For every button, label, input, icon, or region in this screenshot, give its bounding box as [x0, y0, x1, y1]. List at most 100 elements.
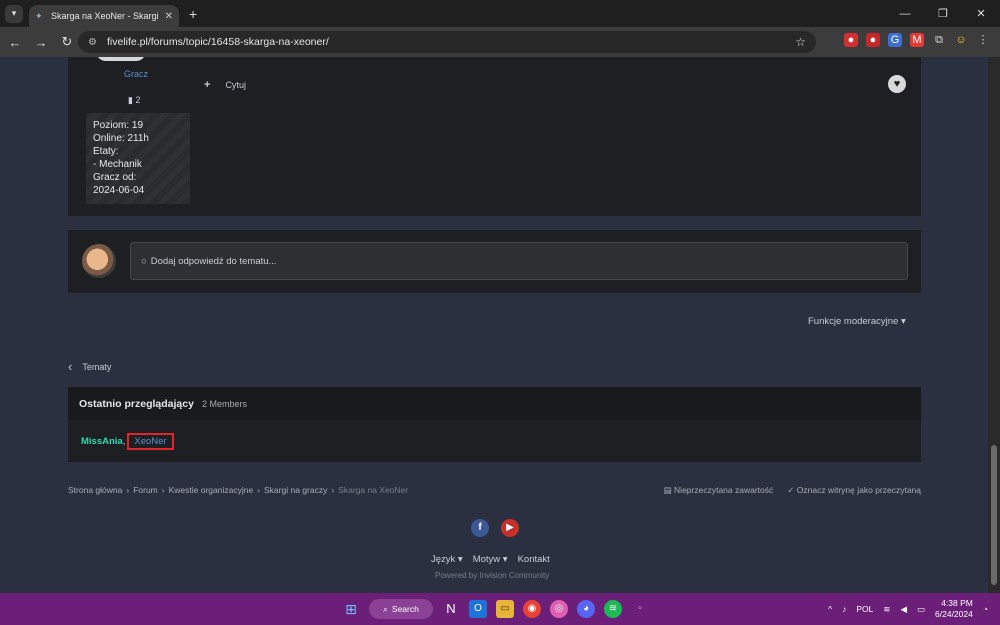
caret-down-icon: ▾	[900, 316, 906, 327]
extension-badge-icon[interactable]: ●	[866, 33, 880, 47]
user-avatar[interactable]	[82, 244, 116, 278]
list-icon: ▤	[663, 485, 675, 495]
minimize-icon[interactable]: —	[886, 8, 924, 20]
close-tab-icon[interactable]: ✕	[165, 11, 173, 22]
breadcrumb-separator-icon: ›	[331, 485, 335, 495]
volume-icon[interactable]: ◀	[900, 604, 907, 615]
forum-page: Gracz ▮ 2 Poziom: 19 Online: 211h Etaty:…	[0, 57, 988, 593]
file-explorer-icon[interactable]: ▭	[496, 600, 514, 618]
extensions-puzzle-icon[interactable]: ⧉	[932, 33, 946, 47]
tab-title: Skarga na XeoNer - Skargi na g	[51, 11, 161, 21]
browser-menu-icon[interactable]: ⋮	[976, 33, 990, 47]
bookmark-star-icon[interactable]: ☆	[795, 35, 806, 49]
chevron-up-icon[interactable]: ^	[828, 604, 832, 614]
extension-translate-icon[interactable]: G	[888, 33, 902, 47]
powered-by[interactable]: Powered by Invision Community	[435, 571, 549, 580]
viewers-count: 2 Members	[201, 398, 247, 409]
language-indicator[interactable]: POL	[856, 604, 873, 614]
author-role: Gracz	[124, 69, 149, 79]
system-tray: ^ ♪ POL ≋ ◀ ▭ 4:38 PM 6/24/2024 ◔	[828, 598, 988, 620]
page-scrollbar[interactable]	[988, 57, 1000, 593]
mark-read-link[interactable]: ✓ Oznacz witrynę jako przeczytaną	[787, 485, 921, 496]
app-icon[interactable]: ◎	[550, 600, 568, 618]
member-link-missania[interactable]: MissAnia	[81, 436, 123, 453]
viewers-title: Ostatnio przeglądający	[79, 397, 194, 410]
windows-start-icon[interactable]: ⊞	[342, 600, 360, 618]
back-arrow-icon[interactable]: ←	[4, 35, 26, 50]
extension-m-icon[interactable]: M	[910, 33, 924, 47]
site-info-icon[interactable]: ⚙	[88, 37, 97, 48]
breadcrumb-forum[interactable]: Forum	[133, 485, 158, 495]
forward-arrow-icon[interactable]: →	[30, 35, 52, 50]
member-separator: ,	[122, 436, 126, 447]
clock[interactable]: 4:38 PM 6/24/2024	[935, 598, 973, 620]
back-label: Tematy	[82, 361, 112, 372]
breadcrumb-home[interactable]: Strona główna	[68, 485, 122, 495]
restore-icon[interactable]: ❐	[924, 7, 962, 20]
breadcrumb-complaints[interactable]: Skargi na graczy	[264, 485, 327, 495]
recent-viewers-panel: Ostatnio przeglądający 2 Members MissAni…	[68, 387, 921, 462]
windows-taskbar: ⊞ ⌕ Search N O ▭ ◉ ◎ ◕ ≋ ▫ ^ ♪ POL ≋ ◀ ▭ …	[0, 593, 1000, 625]
contact-link[interactable]: Kontakt	[518, 554, 550, 565]
wifi-icon[interactable]: ≋	[883, 604, 890, 615]
close-window-icon[interactable]: ✕	[962, 7, 1000, 20]
breadcrumb-separator-icon: ›	[257, 485, 261, 495]
language-dropdown[interactable]: Język ▾	[431, 554, 463, 565]
youtube-icon[interactable]: ▶	[501, 519, 519, 537]
info-online: Online: 211h	[93, 133, 149, 144]
moderation-dropdown[interactable]: Funkcje moderacyjne ▾	[808, 316, 906, 327]
unread-content-link[interactable]: ▤ Nieprzeczytana zawartość	[664, 485, 774, 496]
plus-icon: +	[204, 79, 211, 91]
reload-icon[interactable]: ↻	[56, 34, 78, 50]
reply-box: ○ Dodaj odpowiedź do tematu...	[68, 230, 921, 293]
quote-action[interactable]: + Cytuj	[204, 79, 246, 91]
quote-label: Cytuj	[225, 80, 246, 90]
site-favicon-icon: ✦	[35, 11, 43, 21]
url-text: fivelife.pl/forums/topic/16458-skarga-na…	[106, 36, 329, 48]
check-icon: ✓	[787, 485, 797, 495]
battery-icon[interactable]: ▭	[917, 604, 925, 615]
author-posts-count[interactable]: ▮ 2	[128, 95, 140, 106]
profile-avatar-icon[interactable]: ☺	[954, 33, 968, 47]
moderation-label: Funkcje moderacyjne	[808, 316, 899, 327]
author-info-box: Poziom: 19 Online: 211h Etaty: - Mechani…	[86, 113, 190, 204]
info-joined-date: 2024-06-04	[93, 185, 145, 196]
microphone-icon[interactable]: ♪	[842, 604, 846, 614]
social-links: f ▶	[471, 519, 519, 537]
forum-post	[68, 57, 921, 216]
browser-tab[interactable]: ✦ Skarga na XeoNer - Skargi na g ✕	[29, 5, 179, 27]
notion-icon[interactable]: N	[442, 600, 460, 618]
outlook-icon[interactable]: O	[469, 600, 487, 618]
theme-dropdown[interactable]: Motyw ▾	[473, 554, 508, 565]
app-extra-icon[interactable]: ▫	[631, 600, 649, 618]
breadcrumb: Strona główna › Forum › Kwestie organizacy…	[68, 485, 408, 495]
taskbar-search[interactable]: ⌕ Search	[369, 599, 433, 619]
extensions-area: ● ● G M ⧉ ☺ ⋮	[844, 33, 990, 47]
extension-shield-icon[interactable]: ●	[844, 33, 858, 47]
author-avatar[interactable]	[96, 57, 146, 61]
breadcrumb-separator-icon: ›	[126, 485, 130, 495]
facebook-icon[interactable]: f	[471, 519, 489, 537]
comment-bubble-icon: ○	[141, 255, 147, 267]
viewers-list: MissAnia , XeoNer	[81, 433, 174, 453]
breadcrumb-organizational[interactable]: Kwestie organizacyjne	[169, 485, 254, 495]
spotify-icon[interactable]: ≋	[604, 600, 622, 618]
scrollbar-thumb[interactable]	[991, 445, 997, 585]
taskbar-apps: ⊞ ⌕ Search N O ▭ ◉ ◎ ◕ ≋ ▫	[342, 599, 649, 619]
address-bar[interactable]: ⚙ fivelife.pl/forums/topic/16458-skarga-…	[78, 31, 816, 53]
reaction-heart-icon[interactable]: ♥	[888, 75, 906, 93]
tab-search-button[interactable]: ▾	[5, 4, 23, 23]
tab-strip: ▾ ✦ Skarga na XeoNer - Skargi na g ✕ + —…	[0, 0, 1000, 27]
discord-icon[interactable]: ◕	[577, 600, 595, 618]
back-to-topics-link[interactable]: ‹ Tematy	[68, 359, 111, 374]
comment-icon: ▮	[128, 95, 133, 105]
reply-placeholder: Dodaj odpowiedź do tematu...	[150, 255, 277, 267]
info-job: - Mechanik	[93, 159, 142, 170]
member-link-xeoner[interactable]: XeoNer	[127, 433, 174, 450]
notification-bell-icon[interactable]: ◔	[983, 604, 988, 614]
breadcrumb-current: Skarga na XeoNer	[338, 485, 409, 495]
footer-links: Język ▾ Motyw ▾ Kontakt	[431, 554, 550, 565]
new-tab-button[interactable]: +	[189, 6, 197, 22]
chrome-icon[interactable]: ◉	[523, 600, 541, 618]
reply-input[interactable]: ○ Dodaj odpowiedź do tematu...	[130, 242, 908, 280]
